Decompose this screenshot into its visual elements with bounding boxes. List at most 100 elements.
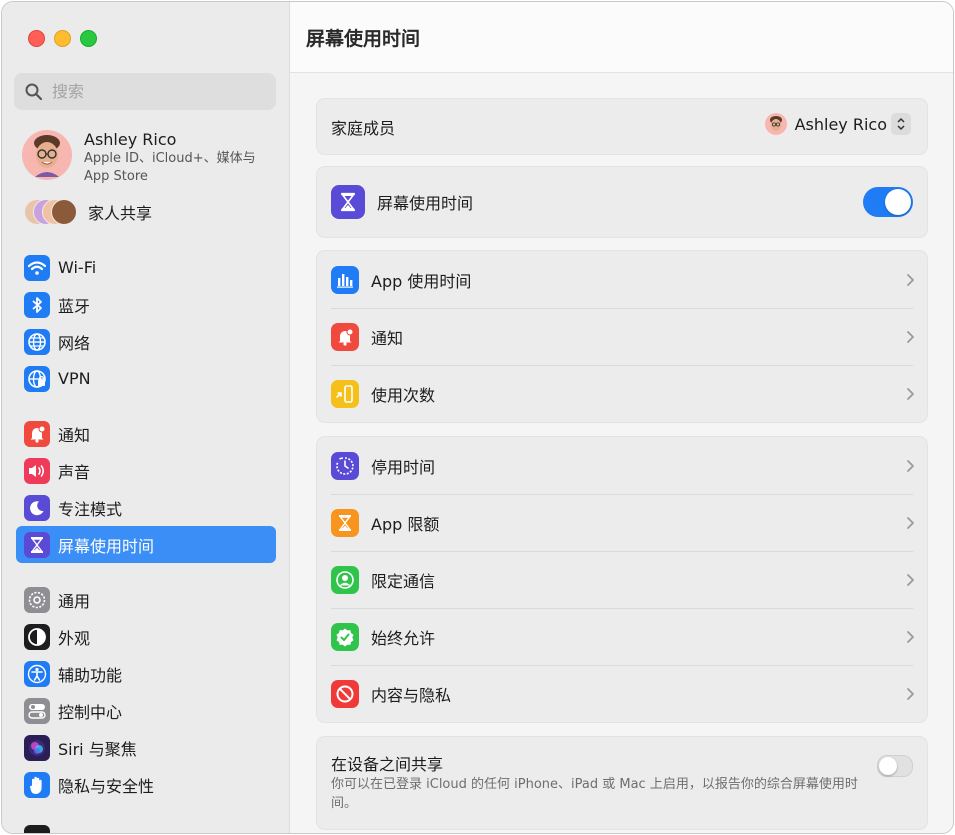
toggle-knob (885, 189, 911, 215)
hand-icon (24, 771, 50, 798)
sidebar-item-label: Wi-Fi (58, 258, 97, 277)
accessibility-icon (24, 660, 50, 687)
account-subtitle: Apple ID、iCloud+、媒体与 App Store (84, 151, 256, 184)
downtime-icon (331, 451, 359, 480)
sidebar-item-label: 通知 (58, 425, 91, 445)
sidebar-item-label: 专注模式 (58, 499, 123, 519)
chevron-right-icon (907, 330, 914, 343)
wifi-icon (24, 254, 50, 281)
memoji-avatar-icon (34, 135, 60, 177)
person-circle-icon (331, 565, 359, 594)
usage-card: App 使用时间 通知 使用次数 (316, 250, 928, 423)
gear-icon (24, 586, 50, 613)
siri-icon (24, 734, 50, 761)
family-member-value: Ashley Rico (794, 114, 887, 134)
sidebar-item-network[interactable]: 网络 (16, 323, 276, 360)
chevron-right-icon (907, 687, 914, 700)
bell-badge-icon (331, 322, 359, 351)
account-item[interactable]: Ashley Rico Apple ID、iCloud+、媒体与 App Sto… (22, 130, 272, 186)
share-across-devices-card: 在设备之间共享 你可以在已登录 iCloud 的任何 iPhone、iPad 或… (316, 736, 928, 830)
row-label: App 使用时间 (371, 271, 472, 291)
family-member-card: 家庭成员 Ashley Rico (316, 98, 928, 155)
sidebar-item-wifi[interactable]: Wi-Fi (16, 249, 276, 286)
row-notifications[interactable]: 通知 (317, 308, 927, 365)
hourglass-icon (331, 185, 365, 219)
sidebar-item-general[interactable]: 通用 (16, 581, 276, 618)
row-downtime[interactable]: 停用时间 (317, 437, 927, 494)
sidebar-group-general: 通用 外观 辅助功能 控制中心 Siri 与聚焦 隐私与安全性 (16, 581, 276, 803)
row-label: 始终允许 (371, 628, 436, 648)
sidebar-item-control-center[interactable]: 控制中心 (16, 692, 276, 729)
memoji-avatar-icon (769, 116, 782, 131)
family-sharing-item[interactable]: 家人共享 (24, 198, 152, 226)
row-pickups[interactable]: 使用次数 (317, 365, 927, 422)
row-label: 内容与隐私 (371, 685, 452, 705)
family-sharing-label: 家人共享 (88, 204, 153, 223)
row-app-usage[interactable]: App 使用时间 (317, 251, 927, 308)
moon-icon (24, 494, 50, 521)
sidebar-item-label: 声音 (58, 462, 91, 482)
sidebar-item-focus[interactable]: 专注模式 (16, 489, 276, 526)
row-label: 停用时间 (371, 457, 436, 477)
limits-card: 停用时间 App 限额 限定通信 始终允许 内容与隐私 (316, 436, 928, 723)
chevron-right-icon (907, 273, 914, 286)
sidebar-item-label: 通用 (58, 591, 91, 611)
family-member-label: 家庭成员 (331, 118, 396, 138)
sidebar-item-appearance[interactable]: 外观 (16, 618, 276, 655)
row-content-privacy[interactable]: 内容与隐私 (317, 665, 927, 722)
restricted-icon (331, 679, 359, 708)
window-controls (28, 30, 97, 47)
appearance-icon (24, 623, 50, 650)
row-communication-limits[interactable]: 限定通信 (317, 551, 927, 608)
share-across-devices-toggle[interactable] (877, 755, 913, 777)
sidebar-item-label: Siri 与聚焦 (58, 739, 137, 759)
bluetooth-icon (24, 291, 50, 318)
sidebar-item-screen-time[interactable]: 屏幕使用时间 (16, 526, 276, 563)
row-label: App 限额 (371, 514, 440, 534)
system-settings-window: Ashley Rico Apple ID、iCloud+、媒体与 App Sto… (1, 1, 954, 834)
sidebar-item-label: VPN (58, 369, 91, 388)
pickups-icon (331, 379, 359, 408)
globe-icon (24, 328, 50, 355)
zoom-window-button[interactable] (80, 30, 97, 47)
toggle-knob (879, 757, 897, 775)
chevron-right-icon (907, 459, 914, 472)
search-input[interactable] (50, 81, 264, 102)
search-field[interactable] (14, 73, 276, 110)
sidebar-item-vpn[interactable]: VPN (16, 360, 276, 397)
bar-chart-icon (331, 265, 359, 294)
speaker-icon (24, 457, 50, 484)
bell-badge-icon (24, 420, 50, 447)
chevron-right-icon (907, 516, 914, 529)
main-pane: 屏幕使用时间 家庭成员 Ashley Rico 屏幕使用时间 App 使用时间 … (290, 2, 953, 833)
chevron-right-icon (907, 630, 914, 643)
sidebar-item-siri[interactable]: Siri 与聚焦 (16, 729, 276, 766)
row-label: 通知 (371, 328, 404, 348)
sidebar-item-notifications[interactable]: 通知 (16, 415, 276, 452)
hourglass-icon (331, 508, 359, 537)
family-member-popup[interactable]: Ashley Rico (764, 113, 911, 135)
switches-icon (24, 697, 50, 724)
family-avatars-icon (24, 199, 77, 225)
checkmark-seal-icon (331, 622, 359, 651)
chevron-right-icon (907, 387, 914, 400)
sidebar-item-label: 辅助功能 (58, 665, 123, 685)
sidebar-item-sound[interactable]: 声音 (16, 452, 276, 489)
sidebar-group-notifications: 通知 声音 专注模式 屏幕使用时间 (16, 415, 276, 563)
sidebar-item-label: 外观 (58, 628, 91, 648)
search-icon (25, 83, 43, 100)
sidebar-item-label: 控制中心 (58, 702, 123, 722)
close-window-button[interactable] (28, 30, 45, 47)
vpn-globe-icon (24, 365, 50, 392)
row-label: 限定通信 (371, 571, 436, 591)
avatar (22, 130, 72, 180)
row-app-limits[interactable]: App 限额 (317, 494, 927, 551)
row-always-allowed[interactable]: 始终允许 (317, 608, 927, 665)
sidebar-item-accessibility[interactable]: 辅助功能 (16, 655, 276, 692)
minimize-window-button[interactable] (54, 30, 71, 47)
sidebar-item-privacy[interactable]: 隐私与安全性 (16, 766, 276, 803)
sidebar-item-bluetooth[interactable]: 蓝牙 (16, 286, 276, 323)
share-description: 你可以在已登录 iCloud 的任何 iPhone、iPad 或 Mac 上启用… (331, 777, 858, 811)
sidebar-item-label: 网络 (58, 333, 91, 353)
screen-time-toggle[interactable] (863, 187, 913, 217)
